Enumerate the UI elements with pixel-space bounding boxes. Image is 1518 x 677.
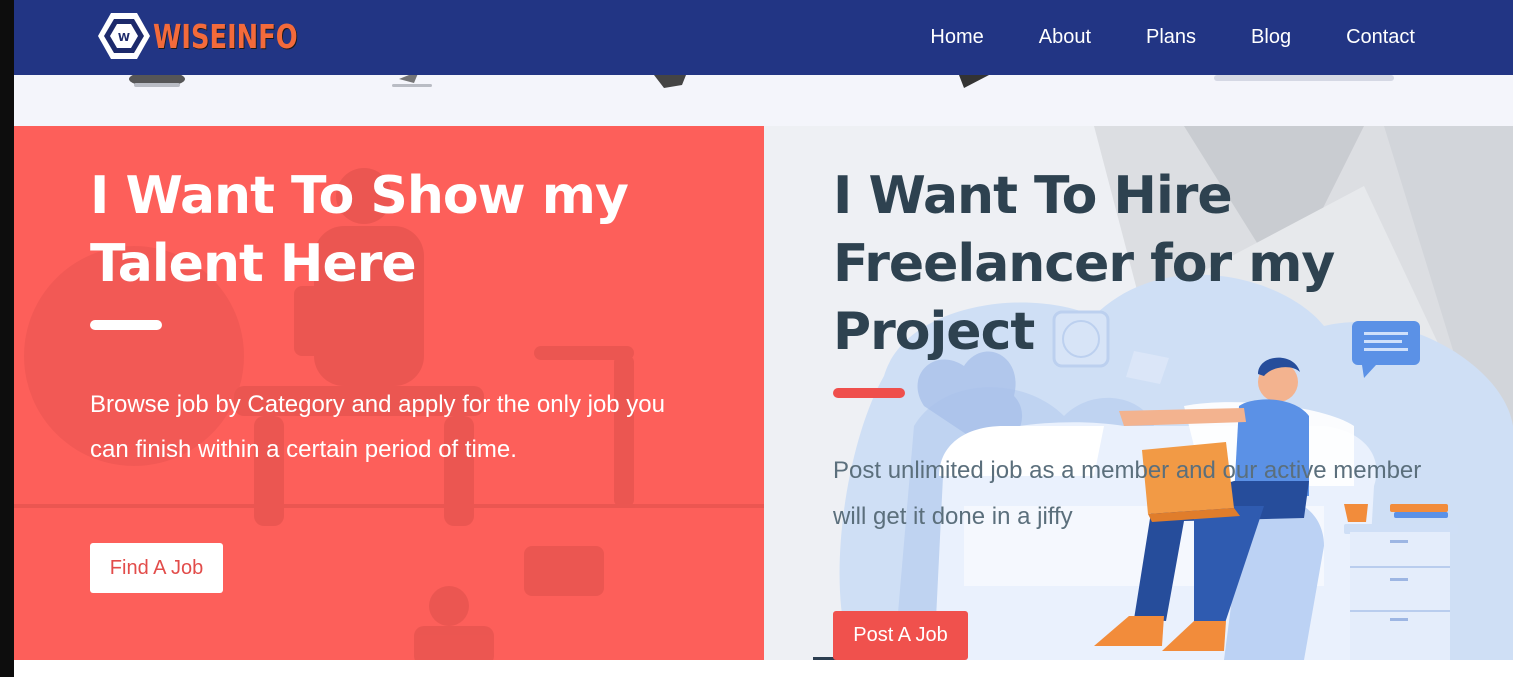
talent-heading: I Want To Show my Talent Here (90, 166, 629, 294)
site-header: W WISEINFO Home About Plans Blog Contact (14, 0, 1513, 75)
talent-panel: I Want To Show my Talent Here Browse job… (14, 126, 764, 660)
brand-logo[interactable]: W WISEINFO (97, 11, 338, 61)
partner-logos-strip (14, 75, 1513, 126)
right-edge-strip (1514, 0, 1518, 677)
hire-description: Post unlimited job as a member and our a… (833, 457, 1422, 530)
nav-contact[interactable]: Contact (1346, 24, 1415, 50)
nav-home[interactable]: Home (930, 24, 983, 50)
hire-panel: I Want To Hire Freelancer for my Project… (764, 126, 1513, 660)
post-job-button[interactable]: Post A Job (833, 611, 968, 660)
hire-heading-underline (833, 388, 905, 398)
nav-about[interactable]: About (1039, 24, 1091, 50)
logo-hexagon-icon: W (97, 11, 151, 61)
nav-blog[interactable]: Blog (1251, 24, 1291, 50)
find-job-button[interactable]: Find A Job (90, 543, 223, 593)
hire-heading: I Want To Hire Freelancer for my Project (833, 166, 1335, 362)
left-edge-strip (0, 0, 14, 677)
logo-text: WISEINFO (153, 16, 298, 56)
main-nav: Home About Plans Blog Contact (875, 24, 1415, 50)
nav-plans[interactable]: Plans (1146, 24, 1196, 50)
talent-description: Browse job by Category and apply for the… (90, 391, 666, 463)
svg-text:W: W (118, 31, 130, 44)
talent-heading-underline (90, 320, 162, 330)
